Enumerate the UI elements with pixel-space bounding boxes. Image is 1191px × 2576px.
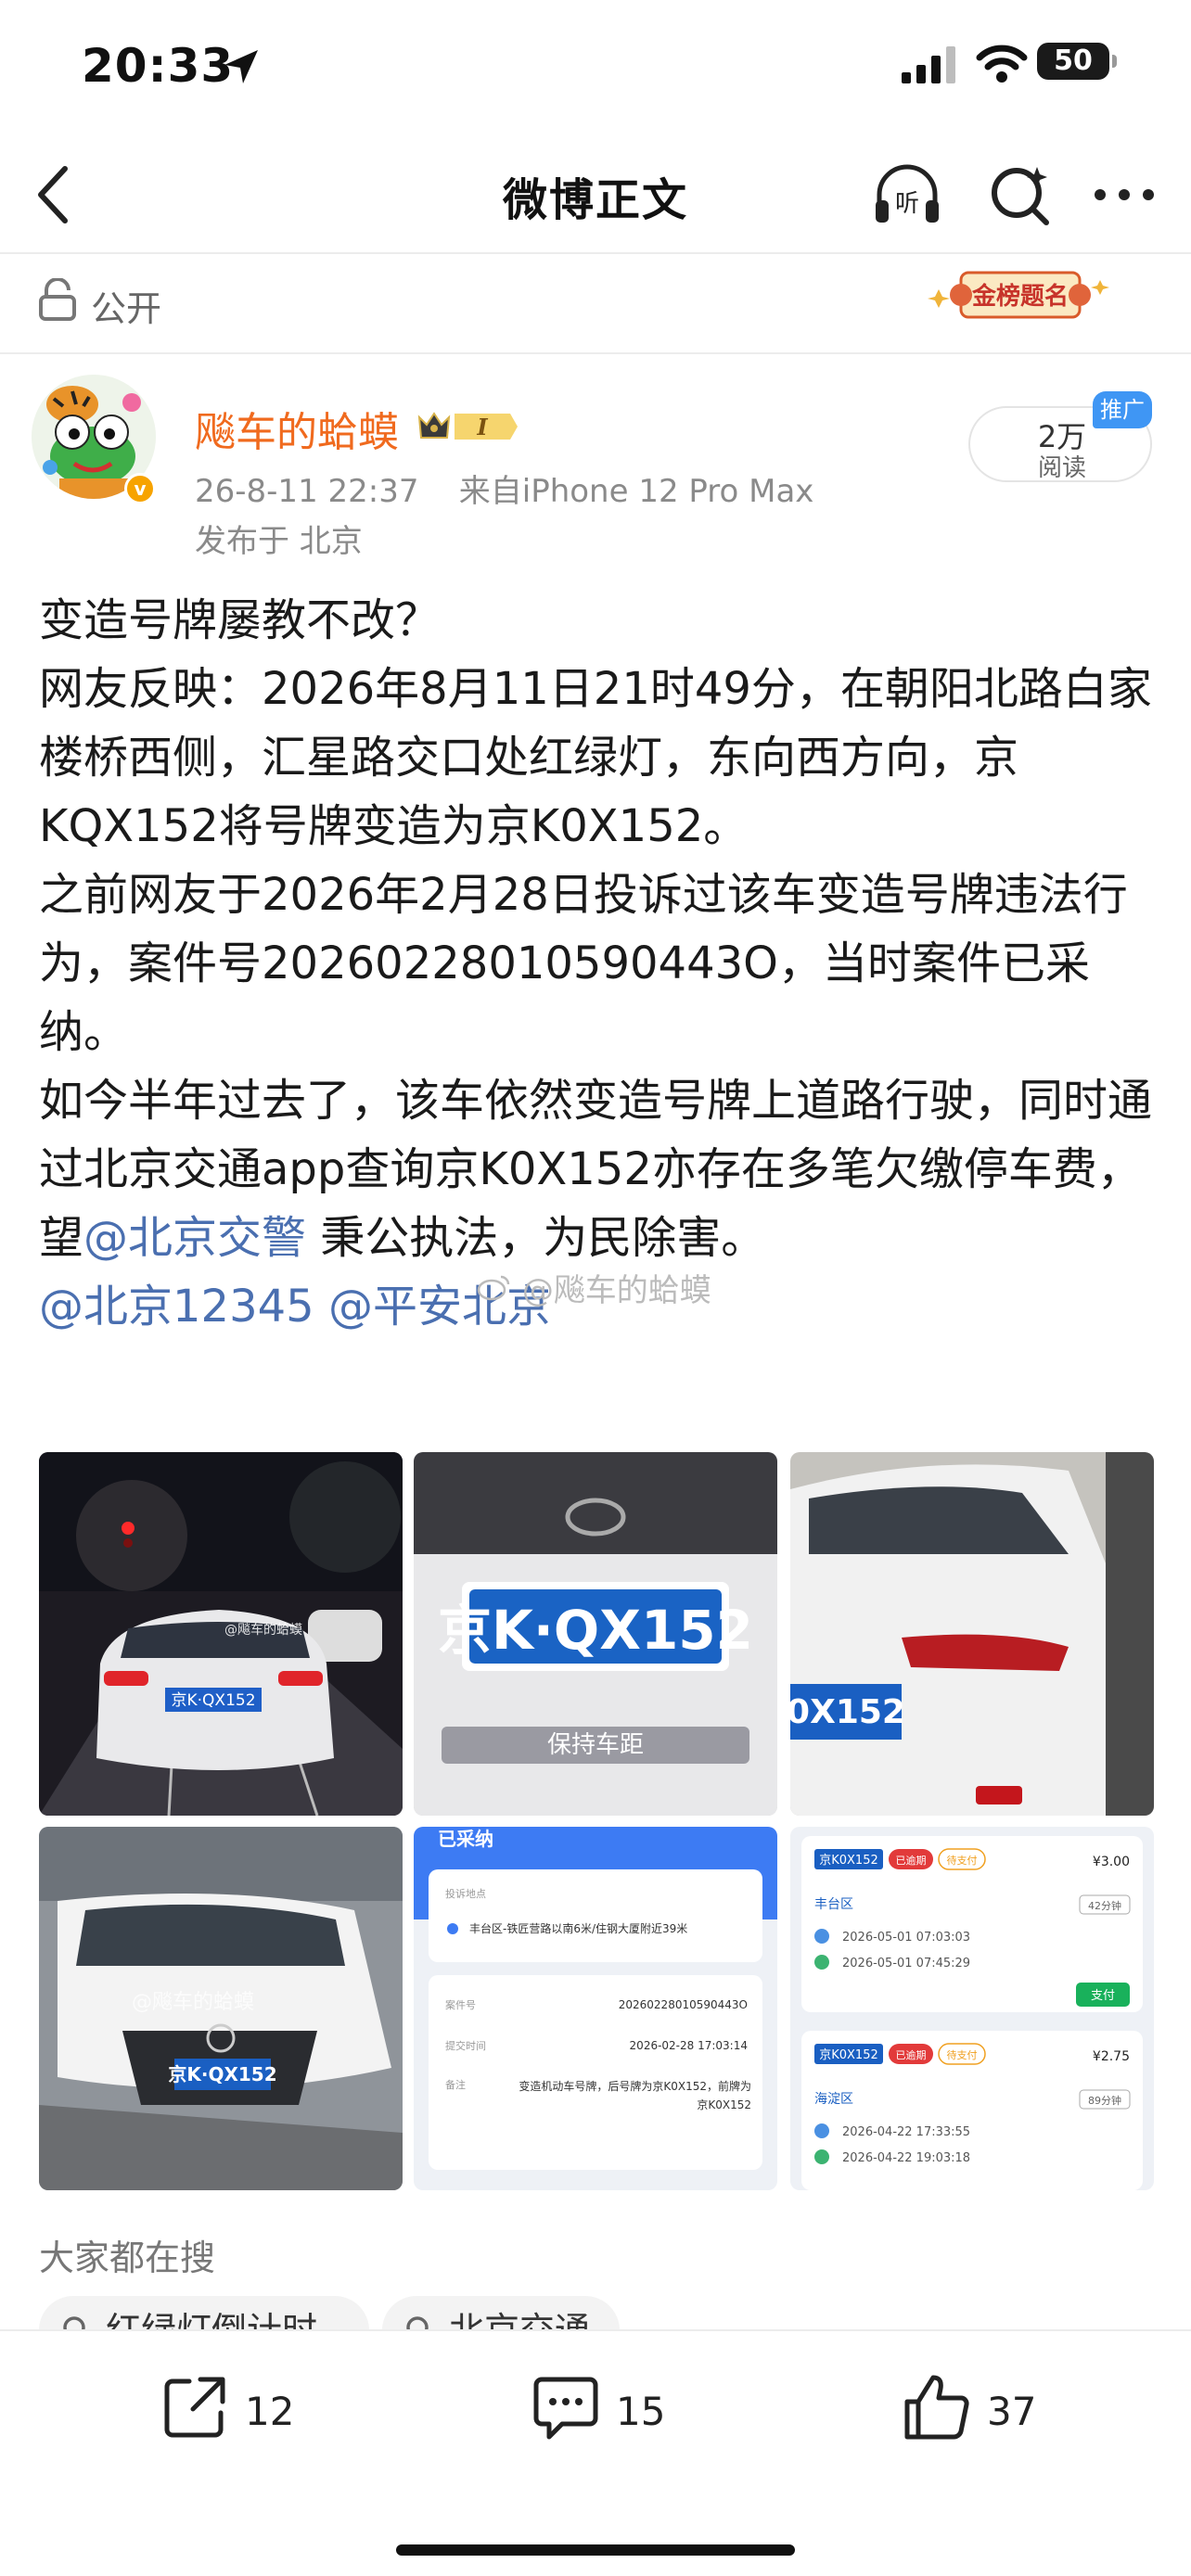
- like-count: 37: [987, 2389, 1037, 2434]
- svg-text:@飚车的蛤蟆: @飚车的蛤蟆: [224, 1622, 302, 1638]
- complaint-record-screenshot: 已采纳 投诉地点 丰台区-铁匠营路以南6米/住钢大厦附近39米 案件号 2026…: [414, 1827, 777, 2190]
- svg-text:2026-05-01 07:03:03: 2026-05-01 07:03:03: [842, 1931, 970, 1945]
- post-meta: 26-8-11 22:37 来自iPhone 12 Pro Max: [195, 465, 813, 511]
- home-indicator[interactable]: [396, 2544, 795, 2556]
- svg-text:支付: 支付: [1091, 1989, 1115, 2003]
- svg-text:京K0X152: 京K0X152: [819, 2048, 878, 2062]
- post-image-2[interactable]: 京K·QX152 保持车距: [414, 1452, 777, 1816]
- mention-link[interactable]: @北京交警: [83, 1212, 306, 1264]
- weibo-logo-icon: [477, 1275, 510, 1301]
- post-paragraph: 如今半年过去了，该车依然变造号牌上道路行驶，同时通过北京交通app查询京K0X1…: [39, 1066, 1161, 1272]
- svg-text:案件号: 案件号: [445, 1998, 476, 2011]
- svg-text:42分钟: 42分钟: [1088, 1899, 1121, 1912]
- weibo-post-screen: { "status_bar": {"time": "20:33", "batte…: [0, 0, 1191, 2576]
- read-label: 阅读: [1037, 454, 1086, 482]
- listen-headphones-icon[interactable]: 听: [870, 158, 944, 232]
- author-name[interactable]: 飚车的蛤蟆: [195, 399, 399, 458]
- watermark-text: @飚车的蛤蟆: [521, 1272, 711, 1309]
- svg-text:提交时间: 提交时间: [445, 2039, 486, 2052]
- parking-fee-screenshot: 京K0X152 已逾期 待支付 ¥3.00 丰台区 42分钟 2026-05-0…: [790, 1827, 1154, 2190]
- post-paragraph: 网友反映：2026年8月11日21时49分，在朝阳北路白家楼桥西侧，汇星路交口处…: [39, 663, 1152, 852]
- post-paragraph: 之前网友于2026年2月28日投诉过该车变造号牌违法行为，案件号20260228…: [39, 869, 1128, 1058]
- svg-text:丰台区: 丰台区: [814, 1897, 853, 1912]
- post-timestamp: 26-8-11 22:37: [195, 473, 419, 510]
- svg-text:I: I: [476, 414, 488, 440]
- svg-text:丰台区-铁匠营路以南6米/住钢大厦附近39米: 丰台区-铁匠营路以南6米/住钢大厦附近39米: [469, 1921, 687, 1935]
- svg-text:¥2.75: ¥2.75: [1093, 2049, 1130, 2064]
- svg-text:待支付: 待支付: [947, 1854, 978, 1867]
- svg-text:2026-05-01 07:45:29: 2026-05-01 07:45:29: [842, 1957, 970, 1970]
- visibility-label: 公开: [91, 288, 162, 329]
- svg-text:¥3.00: ¥3.00: [1093, 1855, 1130, 1869]
- svg-text:已采纳: 已采纳: [438, 1828, 493, 1850]
- svg-text:0X152: 0X152: [790, 1693, 905, 1731]
- svg-text:备注: 备注: [445, 2078, 466, 2091]
- svg-text:@飚车的蛤蟆: @飚车的蛤蟆: [132, 1991, 254, 2014]
- svg-text:金榜题名: 金榜题名: [971, 282, 1069, 311]
- post-image-6[interactable]: 京K0X152 已逾期 待支付 ¥3.00 丰台区 42分钟 2026-05-0…: [790, 1827, 1154, 2190]
- svg-text:保持车距: 保持车距: [547, 1731, 644, 1759]
- post-text: 秉公执法，为民除害。: [306, 1212, 766, 1264]
- divider: [0, 252, 1191, 254]
- status-time: 20:33: [82, 39, 235, 93]
- svg-text:89分钟: 89分钟: [1088, 2094, 1121, 2107]
- svg-text:听: 听: [895, 190, 919, 218]
- text-watermark: @飚车的蛤蟆: [477, 1265, 711, 1310]
- nav-bar: 微博正文 听: [0, 139, 1191, 250]
- cellular-signal-icon: [902, 46, 955, 83]
- vip-crown-badge[interactable]: I: [414, 404, 521, 449]
- search-icon[interactable]: [983, 158, 1057, 232]
- post-paragraph: 变造号牌屡教不改？: [39, 594, 441, 646]
- unlock-icon: [39, 278, 76, 321]
- svg-text:已逾期: 已逾期: [896, 2048, 927, 2061]
- svg-text:已逾期: 已逾期: [896, 1854, 927, 1867]
- post-body: 变造号牌屡教不改？ 网友反映：2026年8月11日21时49分，在朝阳北路白家楼…: [39, 586, 1161, 1341]
- svg-text:2026-04-22 19:03:18: 2026-04-22 19:03:18: [842, 2151, 970, 2165]
- post-image-5[interactable]: 已采纳 投诉地点 丰台区-铁匠营路以南6米/住钢大厦附近39米 案件号 2026…: [414, 1827, 777, 2190]
- svg-text:2026-04-22 17:33:55: 2026-04-22 17:33:55: [842, 2125, 970, 2139]
- location-arrow-icon: [224, 50, 258, 83]
- comment-bubble-icon: [533, 2377, 598, 2440]
- comment-count: 15: [616, 2389, 666, 2434]
- svg-text:京K·QX152: 京K·QX152: [438, 1599, 753, 1662]
- svg-text:京K0X152: 京K0X152: [819, 1854, 878, 1868]
- thumbs-up-icon: [904, 2375, 969, 2440]
- more-options-icon[interactable]: [1087, 158, 1161, 232]
- status-bar: 20:33 50: [0, 0, 1191, 130]
- promote-badge[interactable]: 推广: [1093, 391, 1152, 428]
- divider: [0, 352, 1191, 354]
- svg-text:2026-02-28 17:03:14: 2026-02-28 17:03:14: [630, 2039, 748, 2052]
- svg-text:待支付: 待支付: [947, 2048, 978, 2061]
- repost-share-icon: [164, 2377, 225, 2438]
- repost-count: 12: [245, 2389, 295, 2434]
- post-image-1[interactable]: 京K·QX152 @飚车的蛤蟆: [39, 1452, 403, 1816]
- like-button[interactable]: 37: [900, 2370, 1036, 2454]
- svg-text:20260228010590443O: 20260228010590443O: [619, 1998, 748, 2011]
- svg-text:海淀区: 海淀区: [814, 2092, 853, 2107]
- parked-car-rear-photo: 0X152: [790, 1452, 1154, 1816]
- repost-button[interactable]: 12: [158, 2370, 294, 2454]
- license-plate-closeup-photo: 京K·QX152 保持车距: [414, 1452, 777, 1816]
- battery-indicator: 50: [1037, 43, 1117, 80]
- hot-search-title: 大家都在搜: [39, 2238, 216, 2278]
- svg-text:京K·QX152: 京K·QX152: [171, 1691, 255, 1710]
- svg-text:投诉地点: 投诉地点: [445, 1887, 486, 1900]
- note-value: 变造机动车号牌，后号牌为京K0X152，前牌为京K0X152: [519, 2080, 751, 2111]
- mention-link[interactable]: @北京12345: [39, 1281, 314, 1333]
- bottom-action-bar: 12 15 37: [0, 2329, 1191, 2576]
- svg-text:京K·QX152: 京K·QX152: [168, 2063, 276, 2085]
- post-location: 发布于 北京: [195, 523, 363, 560]
- night-street-car-photo: 京K·QX152 @飚车的蛤蟆: [39, 1452, 403, 1816]
- comment-button[interactable]: 15: [529, 2370, 665, 2454]
- post-source: 来自iPhone 12 Pro Max: [458, 473, 814, 510]
- post-image-3[interactable]: 0X152: [790, 1452, 1154, 1816]
- rank-banner-badge[interactable]: 金榜题名: [928, 261, 1113, 336]
- post-image-4[interactable]: 京K·QX152 @飚车的蛤蟆: [39, 1827, 403, 2190]
- car-front-photo: 京K·QX152 @飚车的蛤蟆: [39, 1827, 403, 2190]
- verified-badge-icon: v: [124, 473, 156, 504]
- wifi-icon: [976, 45, 1028, 83]
